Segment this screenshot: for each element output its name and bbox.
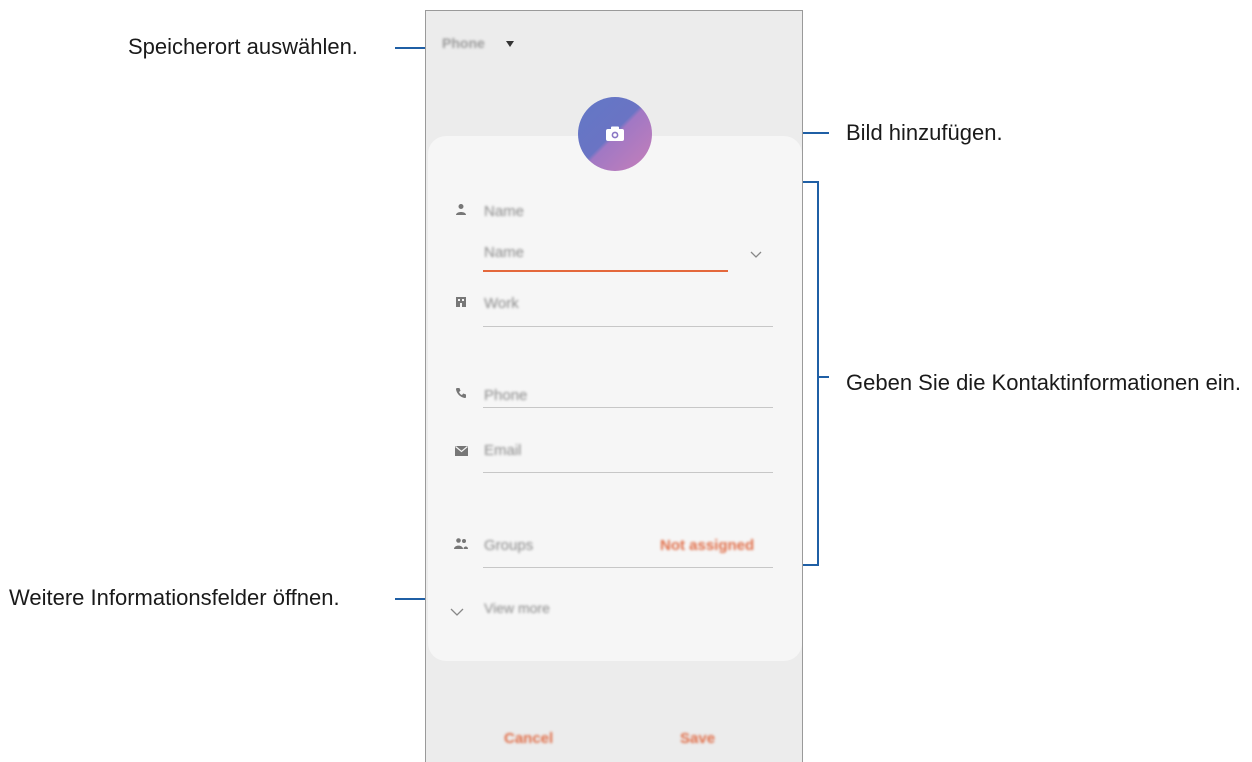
- save-button[interactable]: Save: [680, 730, 715, 747]
- name-input-underline: [483, 270, 728, 272]
- groups-value[interactable]: Not assigned: [660, 537, 754, 554]
- camera-icon: [606, 126, 624, 141]
- groups-field[interactable]: Groups: [484, 537, 533, 554]
- callout-more-fields: Weitere Informationsfelder öffnen.: [9, 585, 340, 610]
- callout-contact-info: Geben Sie die Kontaktinformationen ein.: [846, 369, 1246, 397]
- name-header: Name: [484, 203, 525, 220]
- chevron-down-icon[interactable]: [750, 246, 762, 264]
- email-icon: [452, 443, 470, 459]
- groups-underline: [483, 567, 773, 568]
- storage-selector[interactable]: Phone: [442, 35, 485, 51]
- add-picture-button[interactable]: [578, 97, 652, 171]
- work-underline: [483, 326, 773, 327]
- contact-form-card: Name Name Work Phone Email Groups Not as…: [428, 136, 802, 661]
- group-icon: [452, 536, 470, 552]
- callout-picture: Bild hinzufügen.: [846, 120, 1003, 145]
- email-field[interactable]: Email: [484, 442, 522, 459]
- phone-screen: Phone Name Name Work Phone Email Groups …: [425, 10, 803, 762]
- person-icon: [452, 202, 470, 218]
- name-input[interactable]: Name: [484, 244, 524, 261]
- cancel-button[interactable]: Cancel: [504, 730, 553, 747]
- building-icon: [452, 294, 470, 310]
- view-more-button[interactable]: View more: [484, 600, 550, 616]
- phone-field[interactable]: Phone: [484, 387, 527, 404]
- work-field[interactable]: Work: [484, 295, 519, 312]
- phone-underline: [483, 407, 773, 408]
- callout-contact-info-text: Geben Sie die Kontaktinformationen ein.: [846, 370, 1242, 395]
- callout-storage: Speicherort auswählen.: [128, 34, 358, 59]
- bracket-vertical: [817, 181, 819, 566]
- email-underline: [483, 472, 773, 473]
- storage-dropdown-icon[interactable]: [506, 41, 514, 47]
- expand-chevron-icon[interactable]: [450, 603, 464, 621]
- bracket-tick: [817, 376, 829, 378]
- phone-icon: [452, 386, 470, 402]
